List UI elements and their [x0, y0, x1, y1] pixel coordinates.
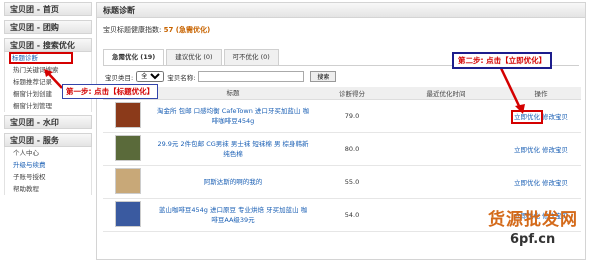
sidebar-item-help[interactable]: 帮助教程 [5, 183, 91, 195]
sidebar-section-search-opt[interactable]: 宝贝团 - 搜索优化 [4, 38, 92, 52]
category-label: 宝贝类目: [105, 73, 134, 82]
sidebar-item-sub-account[interactable]: 子账号授权 [5, 171, 91, 183]
product-time [391, 165, 501, 199]
product-score: 55.0 [313, 165, 391, 199]
optimize-now-link[interactable]: 立即优化 [514, 179, 540, 187]
product-title[interactable]: 淘金所 包邮 口感均衡 CafeTown 进口牙买加蓝山 咖啡咖啡豆454g [153, 99, 313, 133]
col-score: 诊断得分 [313, 87, 391, 100]
search-button[interactable]: 搜索 [310, 71, 337, 82]
product-score: 79.0 [313, 99, 391, 133]
table-row: 阿斯达斯的啊的我的 55.0 立即优化 修改宝贝 [103, 165, 581, 199]
product-thumbnail[interactable] [115, 101, 141, 128]
health-label: 宝贝标题健康指数: [103, 26, 162, 34]
tab-suggested[interactable]: 建议优化 (0) [166, 49, 222, 65]
sidebar: 宝贝团 - 首页 宝贝团 - 团购 宝贝团 - 搜索优化 标题诊断 热门关键词搜… [4, 2, 92, 260]
watermark-logo: 货源批发网 [488, 210, 578, 230]
sidebar-group-service: 个人中心 升级与续费 子账号授权 帮助教程 [4, 147, 92, 195]
product-score: 54.0 [313, 198, 391, 232]
sidebar-item-title-diagnosis[interactable]: 标题诊断 [9, 52, 73, 64]
col-time: 最近优化时间 [391, 87, 501, 100]
sidebar-item-hot-keywords[interactable]: 热门关键词搜索 [5, 64, 91, 76]
col-op: 操作 [501, 87, 581, 100]
product-thumbnail[interactable] [115, 167, 141, 194]
step2-callout: 第二步: 点击【立即优化】 [452, 52, 553, 69]
col-title: 标题 [153, 87, 313, 100]
table-row: 淘金所 包邮 口感均衡 CafeTown 进口牙买加蓝山 咖啡咖啡豆454g 7… [103, 99, 581, 133]
health-index: 宝贝标题健康指数: 57 (急需优化) [103, 25, 210, 35]
product-time [391, 99, 501, 133]
sidebar-section-watermark[interactable]: 宝贝团 - 水印 [4, 115, 92, 129]
step1-callout: 第一步: 点击【标题优化】 [62, 84, 159, 99]
product-title[interactable]: 蓝山咖啡豆454g 进口原豆 专业烘焙 牙买加蓝山 咖啡豆AA级39元 [153, 198, 313, 232]
sidebar-item-window-manage[interactable]: 橱窗计划管理 [5, 100, 91, 112]
tab-optional[interactable]: 可不优化 (0) [223, 49, 279, 65]
filter-bar: 宝贝类目: 全部 宝贝名称: 搜索 [105, 71, 337, 82]
name-input[interactable] [198, 71, 305, 82]
product-time [391, 198, 501, 232]
tab-urgent[interactable]: 急需优化 (19) [103, 49, 165, 65]
edit-item-link[interactable]: 修改宝贝 [542, 179, 568, 187]
name-label: 宝贝名称: [167, 73, 196, 82]
edit-item-link[interactable]: 修改宝贝 [542, 113, 568, 121]
product-title[interactable]: 阿斯达斯的啊的我的 [153, 165, 313, 199]
sidebar-section-service[interactable]: 宝贝团 - 服务 [4, 133, 92, 147]
page-title: 标题诊断 [97, 3, 585, 18]
health-value: 57 (急需优化) [163, 26, 211, 34]
product-thumbnail[interactable] [115, 200, 141, 227]
tab-bar: 急需优化 (19) 建议优化 (0) 可不优化 (0) [103, 49, 281, 65]
product-time [391, 132, 501, 166]
sidebar-item-upgrade[interactable]: 升级与续费 [5, 159, 91, 171]
category-select[interactable]: 全部 [136, 71, 165, 82]
sidebar-group-search-opt: 标题诊断 热门关键词搜索 标题推荐记录 橱窗计划创建 橱窗计划管理 [4, 52, 92, 112]
watermark-domain: 6pf.cn [510, 232, 556, 247]
optimize-now-link[interactable]: 立即优化 [510, 109, 543, 124]
product-thumbnail[interactable] [115, 134, 141, 161]
edit-item-link[interactable]: 修改宝贝 [542, 146, 568, 154]
sidebar-item-personal-center[interactable]: 个人中心 [5, 147, 91, 159]
product-score: 80.0 [313, 132, 391, 166]
sidebar-section-home[interactable]: 宝贝团 - 首页 [4, 2, 92, 16]
table-row: 29.9元 2件包邮 CG男袜 男士袜 短袜棉 男 棕身韩新纯色棉 80.0 立… [103, 132, 581, 166]
product-title[interactable]: 29.9元 2件包邮 CG男袜 男士袜 短袜棉 男 棕身韩新纯色棉 [153, 132, 313, 166]
table-header: 标题 诊断得分 最近优化时间 操作 [103, 87, 581, 100]
sidebar-section-groupbuy[interactable]: 宝贝团 - 团购 [4, 20, 92, 34]
optimize-now-link[interactable]: 立即优化 [514, 146, 540, 154]
